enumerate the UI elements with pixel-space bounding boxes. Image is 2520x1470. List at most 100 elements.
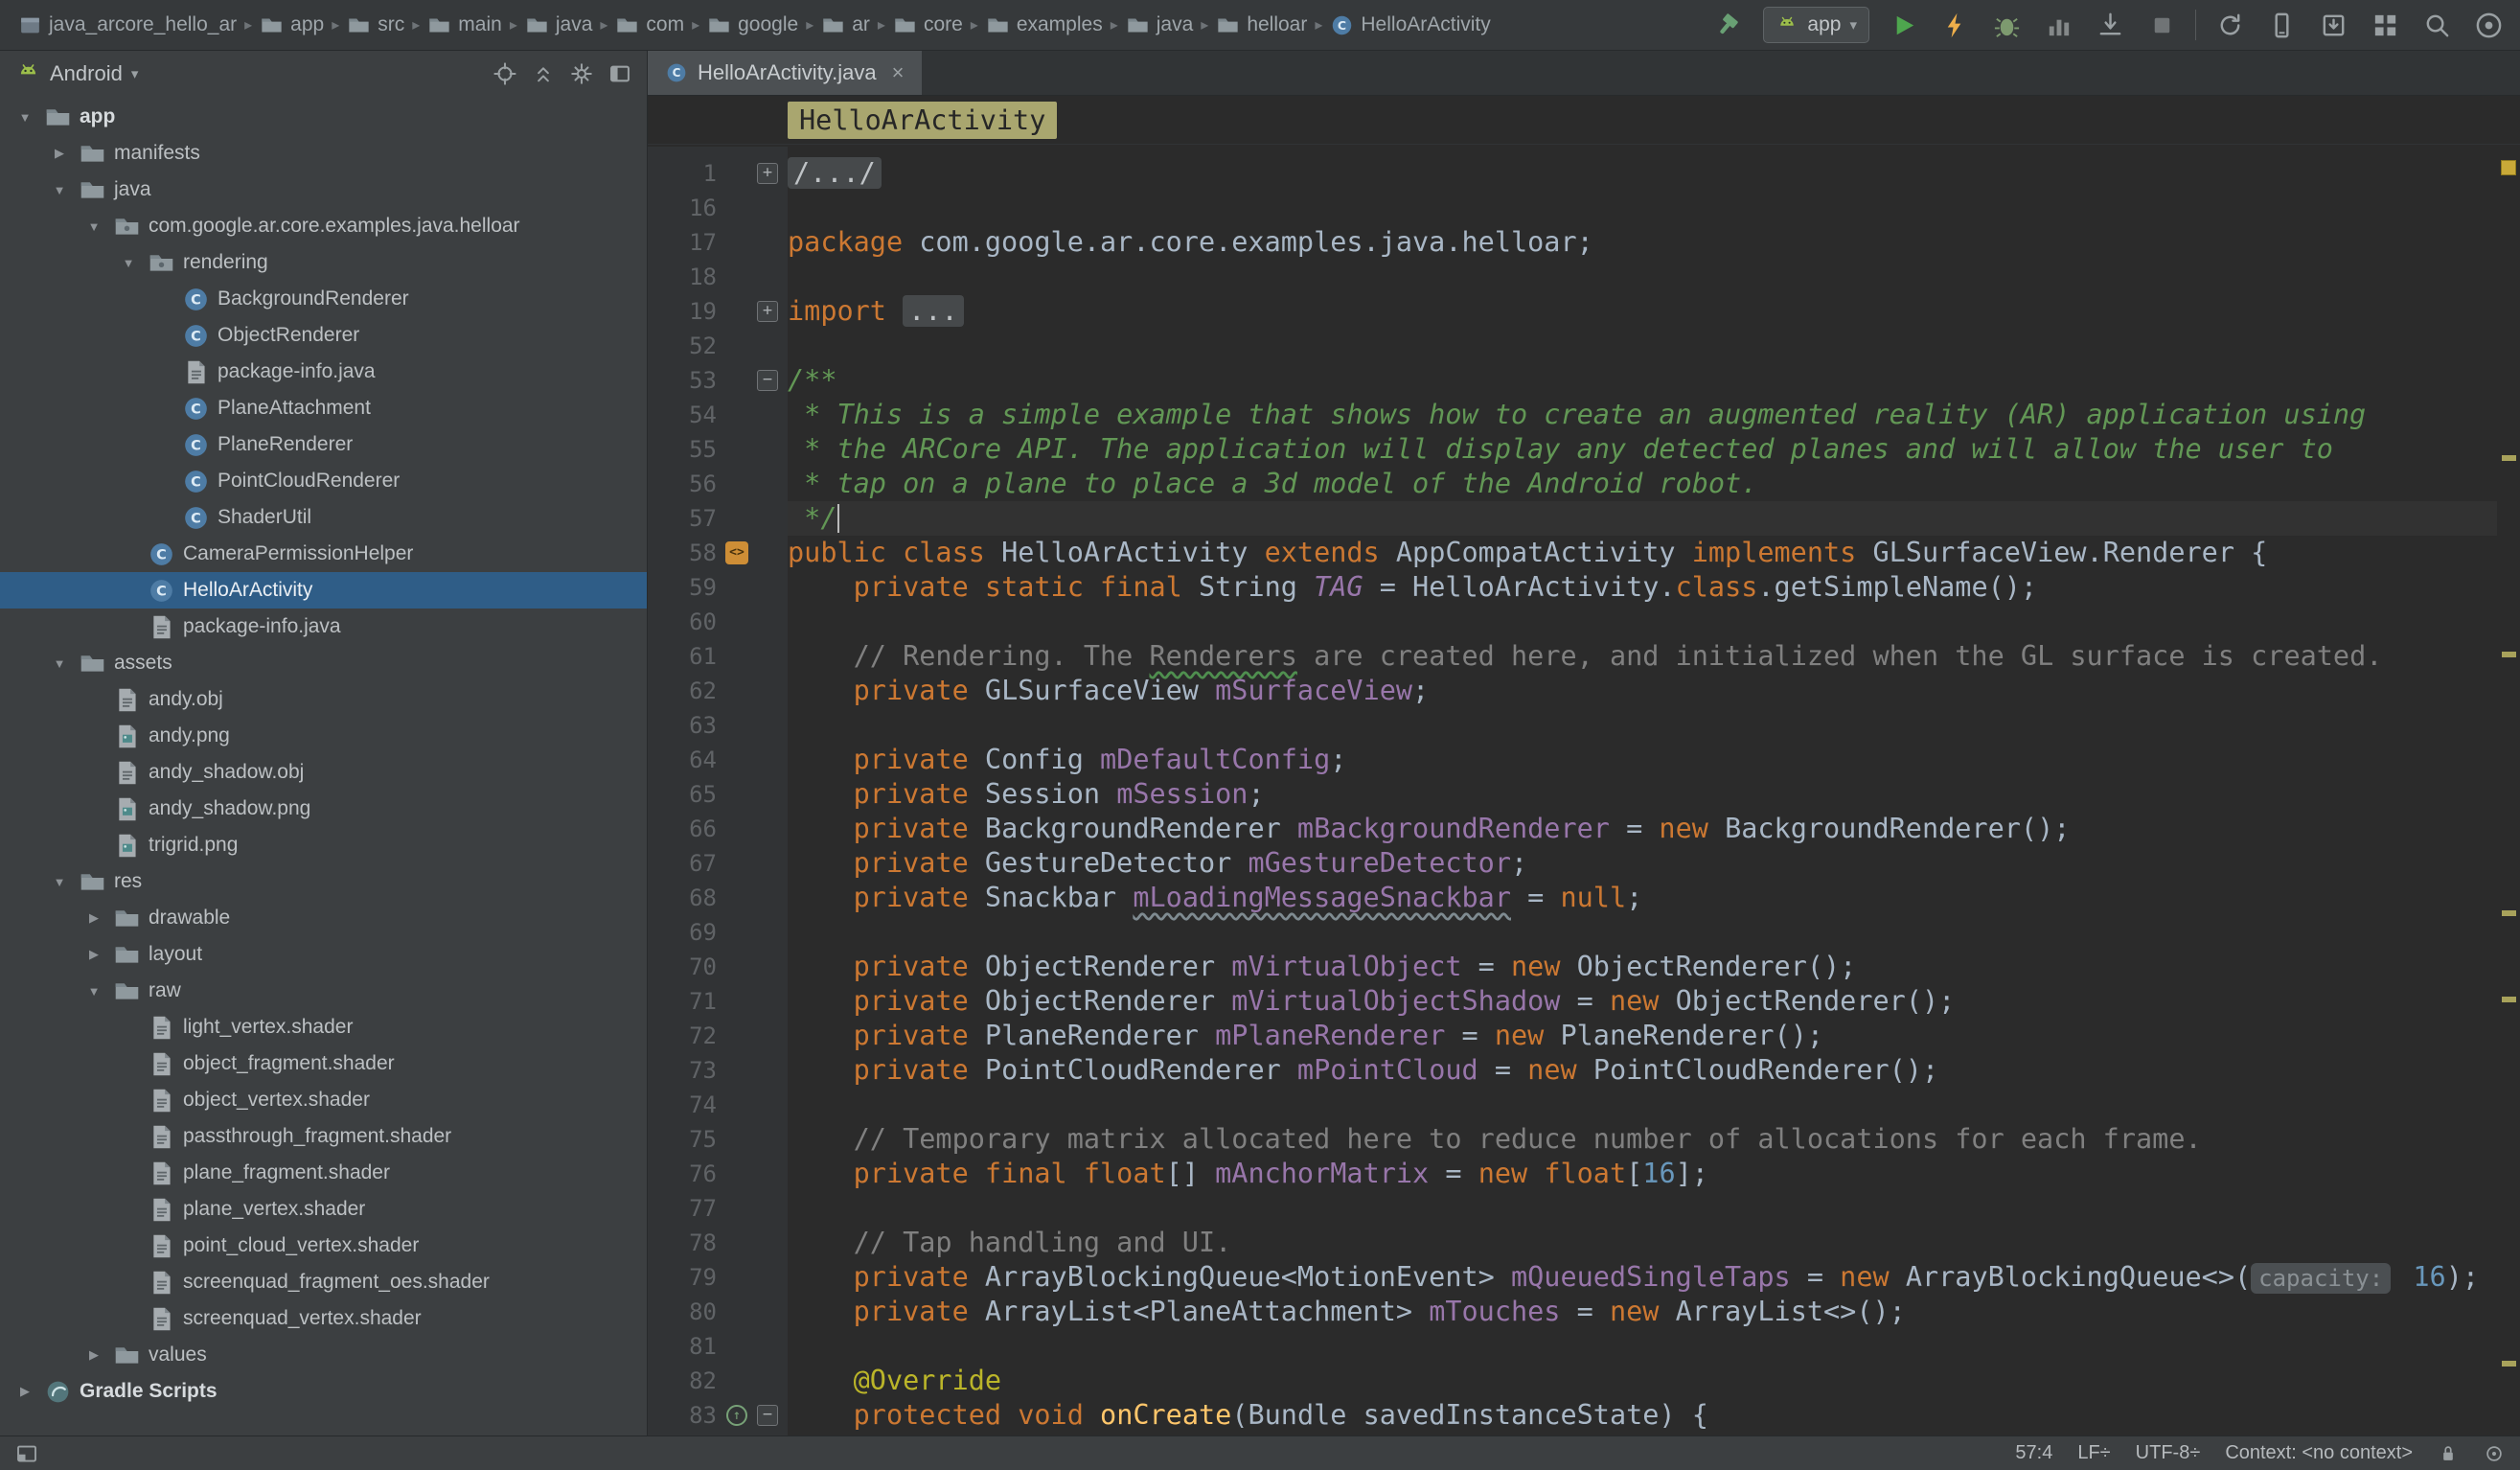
code-line-77[interactable]: 77 (648, 1191, 2497, 1226)
breadcrumb-chip[interactable]: HelloArActivity (788, 102, 1057, 139)
code-line-59[interactable]: 59 private static final String TAG = Hel… (648, 570, 2497, 605)
tree-item-plane-fragment-shader[interactable]: plane_fragment.shader (0, 1155, 647, 1191)
breadcrumb-item-java[interactable]: java (1121, 11, 1199, 39)
tree-item-andy-shadow-obj[interactable]: andy_shadow.obj (0, 754, 647, 791)
encoding-indicator[interactable]: UTF-8÷ (2136, 1442, 2201, 1464)
code-line-17[interactable]: 17package com.google.ar.core.examples.ja… (648, 225, 2497, 260)
chevron-down-icon[interactable]: ▼ (13, 110, 36, 125)
chevron-down-icon[interactable]: ▼ (48, 875, 71, 889)
tree-item-planeattachment[interactable]: CPlaneAttachment (0, 390, 647, 426)
chevron-down-icon[interactable]: ▼ (117, 256, 140, 270)
code-line-55[interactable]: 55 * the ARCore API. The application wil… (648, 432, 2497, 467)
breadcrumb-item-ar[interactable]: ar (816, 11, 875, 39)
breadcrumb-item-helloar[interactable]: helloar (1211, 11, 1312, 39)
warning-stripe-mark[interactable] (2502, 910, 2516, 916)
inspection-indicator[interactable] (2501, 160, 2516, 175)
code-line-76[interactable]: 76 private final float[] mAnchorMatrix =… (648, 1157, 2497, 1191)
run-config-selector[interactable]: app▾ (1763, 7, 1869, 43)
code-line-64[interactable]: 64 private Config mDefaultConfig; (648, 743, 2497, 777)
gutter[interactable]: 80 (648, 1295, 788, 1329)
code-line-71[interactable]: 71 private ObjectRenderer mVirtualObject… (648, 984, 2497, 1019)
tab-helloaractivity-java[interactable]: C HelloArActivity.java × (648, 51, 922, 95)
code-line-80[interactable]: 80 private ArrayList<PlaneAttachment> mT… (648, 1295, 2497, 1329)
locate-icon[interactable] (490, 58, 520, 89)
code-line-18[interactable]: 18 (648, 260, 2497, 294)
fold-expand-icon[interactable]: + (757, 301, 778, 322)
code-line-67[interactable]: 67 private GestureDetector mGestureDetec… (648, 846, 2497, 881)
tree-item-pointcloudrenderer[interactable]: CPointCloudRenderer (0, 463, 647, 499)
tree-item-screenquad-fragment-oes-shader[interactable]: screenquad_fragment_oes.shader (0, 1264, 647, 1300)
code-line-62[interactable]: 62 private GLSurfaceView mSurfaceView; (648, 674, 2497, 708)
gutter[interactable]: 79 (648, 1260, 788, 1295)
tree-item-assets[interactable]: ▼assets (0, 645, 647, 681)
gutter[interactable]: 65 (648, 777, 788, 812)
gutter[interactable]: 1+ (648, 156, 788, 191)
gutter[interactable]: 17 (648, 225, 788, 260)
gutter[interactable]: 56 (648, 467, 788, 501)
tree-item-backgroundrenderer[interactable]: CBackgroundRenderer (0, 281, 647, 317)
gutter[interactable]: 70 (648, 950, 788, 984)
gutter[interactable]: 78 (648, 1226, 788, 1260)
code-line-68[interactable]: 68 private Snackbar mLoadingMessageSnack… (648, 881, 2497, 915)
tree-item-package-info-java[interactable]: package-info.java (0, 609, 647, 645)
gutter[interactable]: 81 (648, 1329, 788, 1364)
code-line-56[interactable]: 56 * tap on a plane to place a 3d model … (648, 467, 2497, 501)
gutter[interactable]: 82 (648, 1364, 788, 1398)
chevron-down-icon[interactable]: ▼ (48, 656, 71, 671)
code-line-53[interactable]: 53−/** (648, 363, 2497, 398)
gutter[interactable]: 77 (648, 1191, 788, 1226)
gutter[interactable]: 73 (648, 1053, 788, 1088)
warning-stripe-mark[interactable] (2502, 652, 2516, 657)
gutter[interactable]: 63 (648, 708, 788, 743)
code-line-75[interactable]: 75 // Temporary matrix allocated here to… (648, 1122, 2497, 1157)
gutter[interactable]: 18 (648, 260, 788, 294)
sdk-manager-icon[interactable] (2315, 7, 2351, 43)
readonly-lock-icon[interactable] (2438, 1443, 2459, 1464)
tree-item-rendering[interactable]: ▼rendering (0, 244, 647, 281)
code-line-79[interactable]: 79 private ArrayBlockingQueue<MotionEven… (648, 1260, 2497, 1295)
code-line-65[interactable]: 65 private Session mSession; (648, 777, 2497, 812)
tree-item-com-google-ar-core-examples-java-helloar[interactable]: ▼com.google.ar.core.examples.java.helloa… (0, 208, 647, 244)
gutter[interactable]: 69 (648, 915, 788, 950)
gutter[interactable]: 68 (648, 881, 788, 915)
gutter[interactable]: 71 (648, 984, 788, 1019)
breadcrumb-item-core[interactable]: core (888, 11, 968, 39)
code-editor[interactable]: 1+/.../1617package com.google.ar.core.ex… (648, 147, 2497, 1436)
tree-item-trigrid-png[interactable]: trigrid.png (0, 827, 647, 863)
tree-item-andy-obj[interactable]: andy.obj (0, 681, 647, 718)
code-line-78[interactable]: 78 // Tap handling and UI. (648, 1226, 2497, 1260)
gutter[interactable]: 16 (648, 191, 788, 225)
tree-item-res[interactable]: ▼res (0, 863, 647, 900)
profiler-icon[interactable] (2040, 7, 2076, 43)
tree-item-plane-vertex-shader[interactable]: plane_vertex.shader (0, 1191, 647, 1228)
gutter[interactable]: 19+ (648, 294, 788, 329)
tree-item-java[interactable]: ▼java (0, 172, 647, 208)
chevron-right-icon[interactable]: ▶ (48, 146, 71, 161)
attach-debugger-icon[interactable] (2092, 7, 2128, 43)
tree-item-manifests[interactable]: ▶manifests (0, 135, 647, 172)
caret-position[interactable]: 57:4 (2015, 1442, 2052, 1464)
gradle-elephant-icon[interactable] (2470, 7, 2507, 43)
settings-gear-icon[interactable] (566, 58, 597, 89)
code-line-82[interactable]: 82 @Override (648, 1364, 2497, 1398)
breadcrumb-item-helloaractivity[interactable]: CHelloArActivity (1325, 11, 1495, 39)
tree-item-gradle-scripts[interactable]: ▶Gradle Scripts (0, 1373, 647, 1410)
sync-project-icon[interactable] (2211, 7, 2248, 43)
tree-item-objectrenderer[interactable]: CObjectRenderer (0, 317, 647, 354)
gutter[interactable]: 59 (648, 570, 788, 605)
chevron-right-icon[interactable]: ▶ (82, 947, 105, 962)
code-line-54[interactable]: 54 * This is a simple example that shows… (648, 398, 2497, 432)
gutter[interactable]: 75 (648, 1122, 788, 1157)
fold-expand-icon[interactable]: + (757, 163, 778, 184)
chevron-down-icon[interactable]: ▼ (82, 984, 105, 999)
gutter[interactable]: 83↑− (648, 1398, 788, 1433)
tree-item-passthrough-fragment-shader[interactable]: passthrough_fragment.shader (0, 1118, 647, 1155)
tree-item-object-fragment-shader[interactable]: object_fragment.shader (0, 1045, 647, 1082)
gutter[interactable]: 54 (648, 398, 788, 432)
code-line-83[interactable]: 83↑− protected void onCreate(Bundle save… (648, 1398, 2497, 1433)
code-line-57[interactable]: 57 */ (648, 501, 2497, 536)
gutter[interactable]: 58<> (648, 536, 788, 570)
chevron-right-icon[interactable]: ▶ (13, 1384, 36, 1399)
close-icon[interactable]: × (892, 60, 905, 85)
chevron-down-icon[interactable]: ▼ (82, 219, 105, 234)
